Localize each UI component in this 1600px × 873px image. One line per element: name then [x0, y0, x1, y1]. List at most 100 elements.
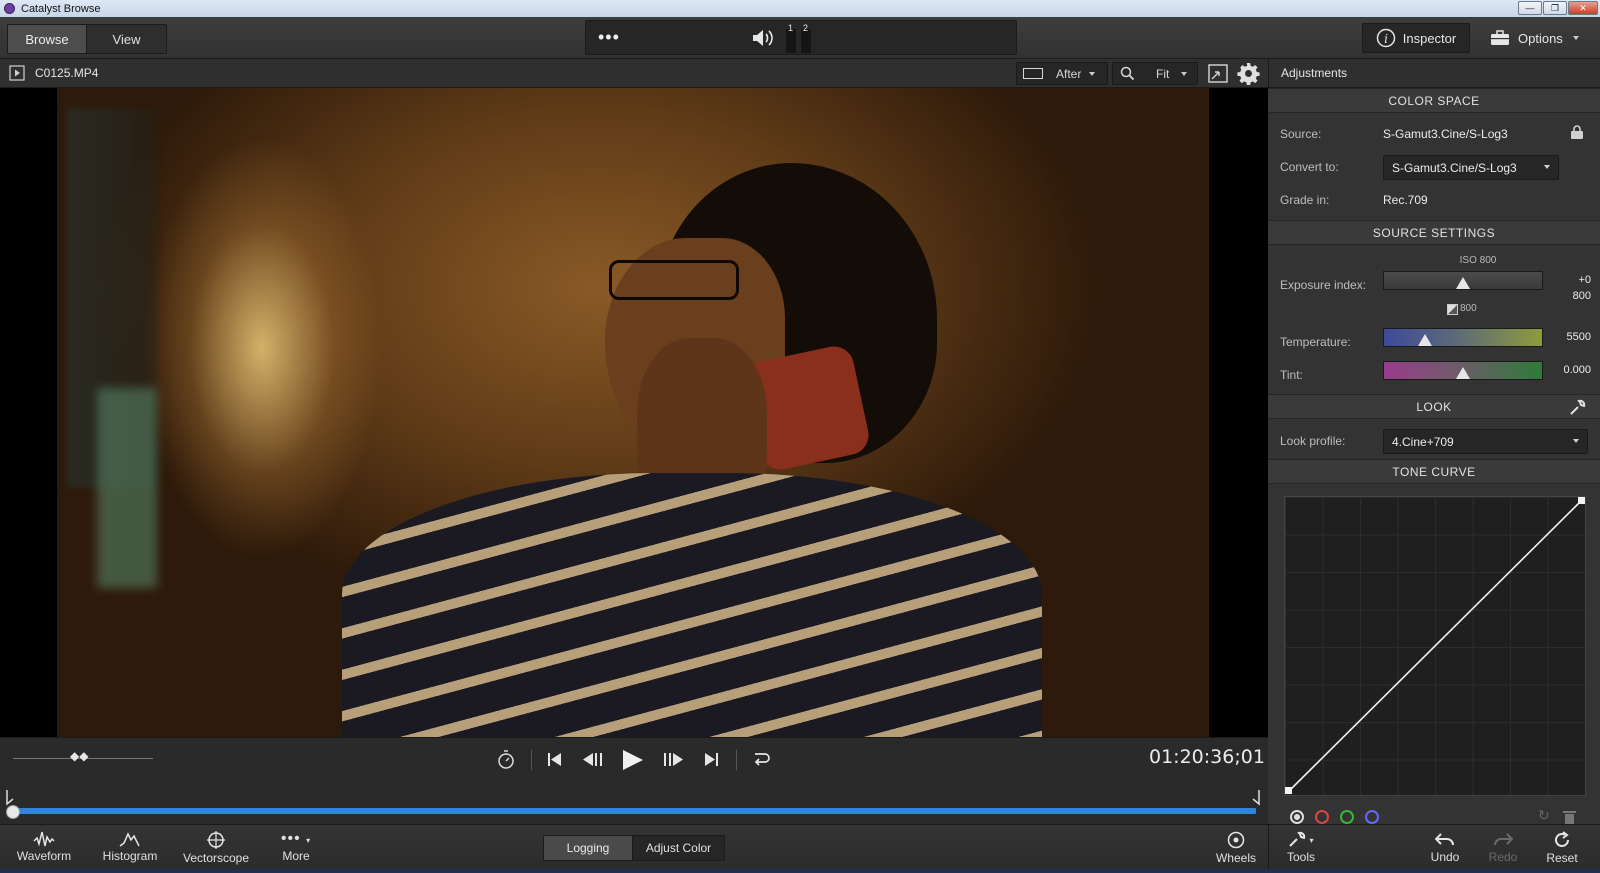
split-view-icon	[1023, 68, 1043, 79]
go-to-end-icon[interactable]	[704, 752, 720, 767]
tab-adjust-color[interactable]: Adjust Color	[633, 836, 724, 860]
color-wheel-icon	[1227, 831, 1245, 849]
tone-curve-line[interactable]	[1285, 497, 1585, 795]
look-profile-dropdown[interactable]: 4.Cine+709	[1383, 429, 1588, 454]
grade-in-label: Grade in:	[1280, 193, 1330, 207]
exposure-index-slider[interactable]	[1383, 271, 1543, 290]
transport-bar: ◆◆ 01:20:36;01	[0, 737, 1268, 779]
background-bottles	[97, 388, 157, 588]
convert-to-label: Convert to:	[1280, 160, 1339, 174]
temperature-label: Temperature:	[1280, 335, 1351, 349]
tools-button[interactable]: ▾ Tools	[1281, 831, 1321, 864]
undo-button[interactable]: Undo	[1427, 831, 1463, 864]
adjustments-panel: COLOR SPACE Source: S-Gamut3.Cine/S-Log3…	[1268, 88, 1600, 824]
convert-to-dropdown[interactable]: S-Gamut3.Cine/S-Log3	[1383, 155, 1559, 180]
exposure-offset-value: +0	[1578, 274, 1591, 286]
workspace-switcher: Logging Adjust Color	[543, 835, 725, 861]
exposure-index-value: 800	[1572, 290, 1591, 302]
inspector-button[interactable]: i Inspector	[1362, 23, 1470, 53]
reset-button[interactable]: Reset	[1543, 831, 1581, 865]
wrench-icon[interactable]	[1569, 399, 1586, 416]
compare-mode-arrow-icon	[1089, 71, 1096, 76]
waveform-label: Waveform	[16, 849, 72, 863]
exposure-base-value: 800	[1460, 303, 1477, 314]
app-logo-icon	[4, 3, 15, 14]
tint-thumb[interactable]	[1456, 367, 1470, 379]
settings-gear-icon[interactable]	[1237, 62, 1260, 85]
bottom-toolbar: Waveform Histogram Vectorscope ••• ▾ Mor…	[0, 824, 1268, 873]
reset-label: Reset	[1546, 851, 1578, 865]
vectorscope-label: Vectorscope	[182, 851, 250, 865]
wheels-button[interactable]: Wheels	[1214, 831, 1258, 865]
magnifier-icon	[1120, 66, 1135, 81]
curve-end-point[interactable]	[1578, 497, 1585, 504]
adjustments-title: Adjustments	[1281, 66, 1348, 80]
playhead-handle[interactable]	[6, 805, 20, 819]
jog-handle-icon[interactable]: ◆◆	[70, 749, 88, 763]
look-profile-label: Look profile:	[1280, 434, 1346, 448]
timecode-display: 01:20:36;01	[1149, 746, 1265, 768]
tone-curve-graph[interactable]	[1284, 496, 1586, 796]
audio-channel-1-label: 1	[788, 23, 794, 33]
temperature-slider[interactable]	[1383, 328, 1543, 347]
curve-channel-green-icon[interactable]	[1340, 810, 1354, 824]
mode-switcher: Browse View	[7, 24, 167, 54]
video-frame	[57, 88, 1209, 737]
in-point-marker-icon[interactable]	[5, 790, 15, 806]
mode-tab-browse[interactable]: Browse	[8, 25, 87, 53]
redo-button[interactable]: Redo	[1485, 831, 1521, 864]
audio-channel-2-label: 2	[803, 23, 809, 33]
timeline-progress[interactable]	[12, 808, 1256, 814]
restore-button[interactable]: ❐	[1543, 1, 1567, 15]
curve-delete-icon[interactable]	[1563, 810, 1576, 824]
fullscreen-icon[interactable]	[1208, 64, 1228, 83]
exposure-base-icon	[1447, 304, 1458, 315]
more-scopes-button[interactable]: ••• ▾ More	[274, 830, 318, 864]
timeline-scrubber[interactable]	[0, 779, 1268, 824]
close-button[interactable]: ✕	[1568, 1, 1598, 15]
zoom-arrow-icon	[1181, 71, 1188, 76]
exposure-index-thumb[interactable]	[1456, 277, 1470, 289]
transport-divider	[531, 750, 532, 770]
redo-icon	[1494, 833, 1513, 846]
more-label: More	[282, 849, 310, 863]
histogram-button[interactable]: Histogram	[102, 831, 158, 863]
speaker-icon[interactable]	[751, 28, 775, 48]
tab-logging[interactable]: Logging	[544, 836, 634, 860]
curve-reset-icon[interactable]: ↻	[1538, 807, 1550, 824]
audio-control-bar: ••• 1 2	[585, 20, 1017, 55]
tint-slider[interactable]	[1383, 361, 1543, 380]
clip-play-icon[interactable]	[9, 65, 25, 81]
loop-icon[interactable]	[751, 751, 771, 768]
curve-start-point[interactable]	[1285, 787, 1292, 794]
compare-mode-dropdown[interactable]: After	[1016, 62, 1108, 85]
go-to-start-icon[interactable]	[547, 752, 563, 767]
look-profile-arrow-icon	[1573, 439, 1579, 443]
step-forward-icon[interactable]	[662, 752, 686, 767]
mode-tab-view[interactable]: View	[87, 25, 166, 53]
main-toolbar: Browse View ••• 1 2 i Inspector Options	[0, 17, 1600, 59]
curve-channel-blue-icon[interactable]	[1365, 810, 1379, 824]
zoom-dropdown[interactable]: Fit	[1112, 62, 1198, 85]
curve-channel-red-icon[interactable]	[1315, 810, 1329, 824]
options-button[interactable]: Options	[1490, 23, 1595, 53]
histogram-icon	[119, 832, 140, 847]
iso-caption: ISO 800	[1459, 255, 1497, 266]
more-options-icon[interactable]: •••	[598, 27, 620, 48]
waveform-button[interactable]: Waveform	[16, 831, 72, 863]
os-taskbar	[0, 869, 1600, 873]
out-point-marker-icon[interactable]	[1251, 790, 1261, 806]
more-icon: ••• ▾	[280, 830, 312, 847]
curve-channel-master-icon[interactable]	[1290, 810, 1304, 824]
play-icon[interactable]	[621, 749, 645, 771]
exposure-index-label: Exposure index:	[1280, 278, 1367, 292]
vectorscope-button[interactable]: Vectorscope	[183, 831, 249, 865]
temperature-thumb[interactable]	[1418, 334, 1433, 346]
step-back-icon[interactable]	[581, 752, 605, 767]
look-profile-value: 4.Cine+709	[1392, 434, 1454, 449]
compare-mode-value: After	[1056, 66, 1082, 81]
timer-icon[interactable]	[497, 750, 515, 769]
video-viewer[interactable]	[0, 88, 1268, 737]
lock-icon[interactable]	[1570, 124, 1584, 140]
minimize-button[interactable]: —	[1518, 1, 1542, 15]
